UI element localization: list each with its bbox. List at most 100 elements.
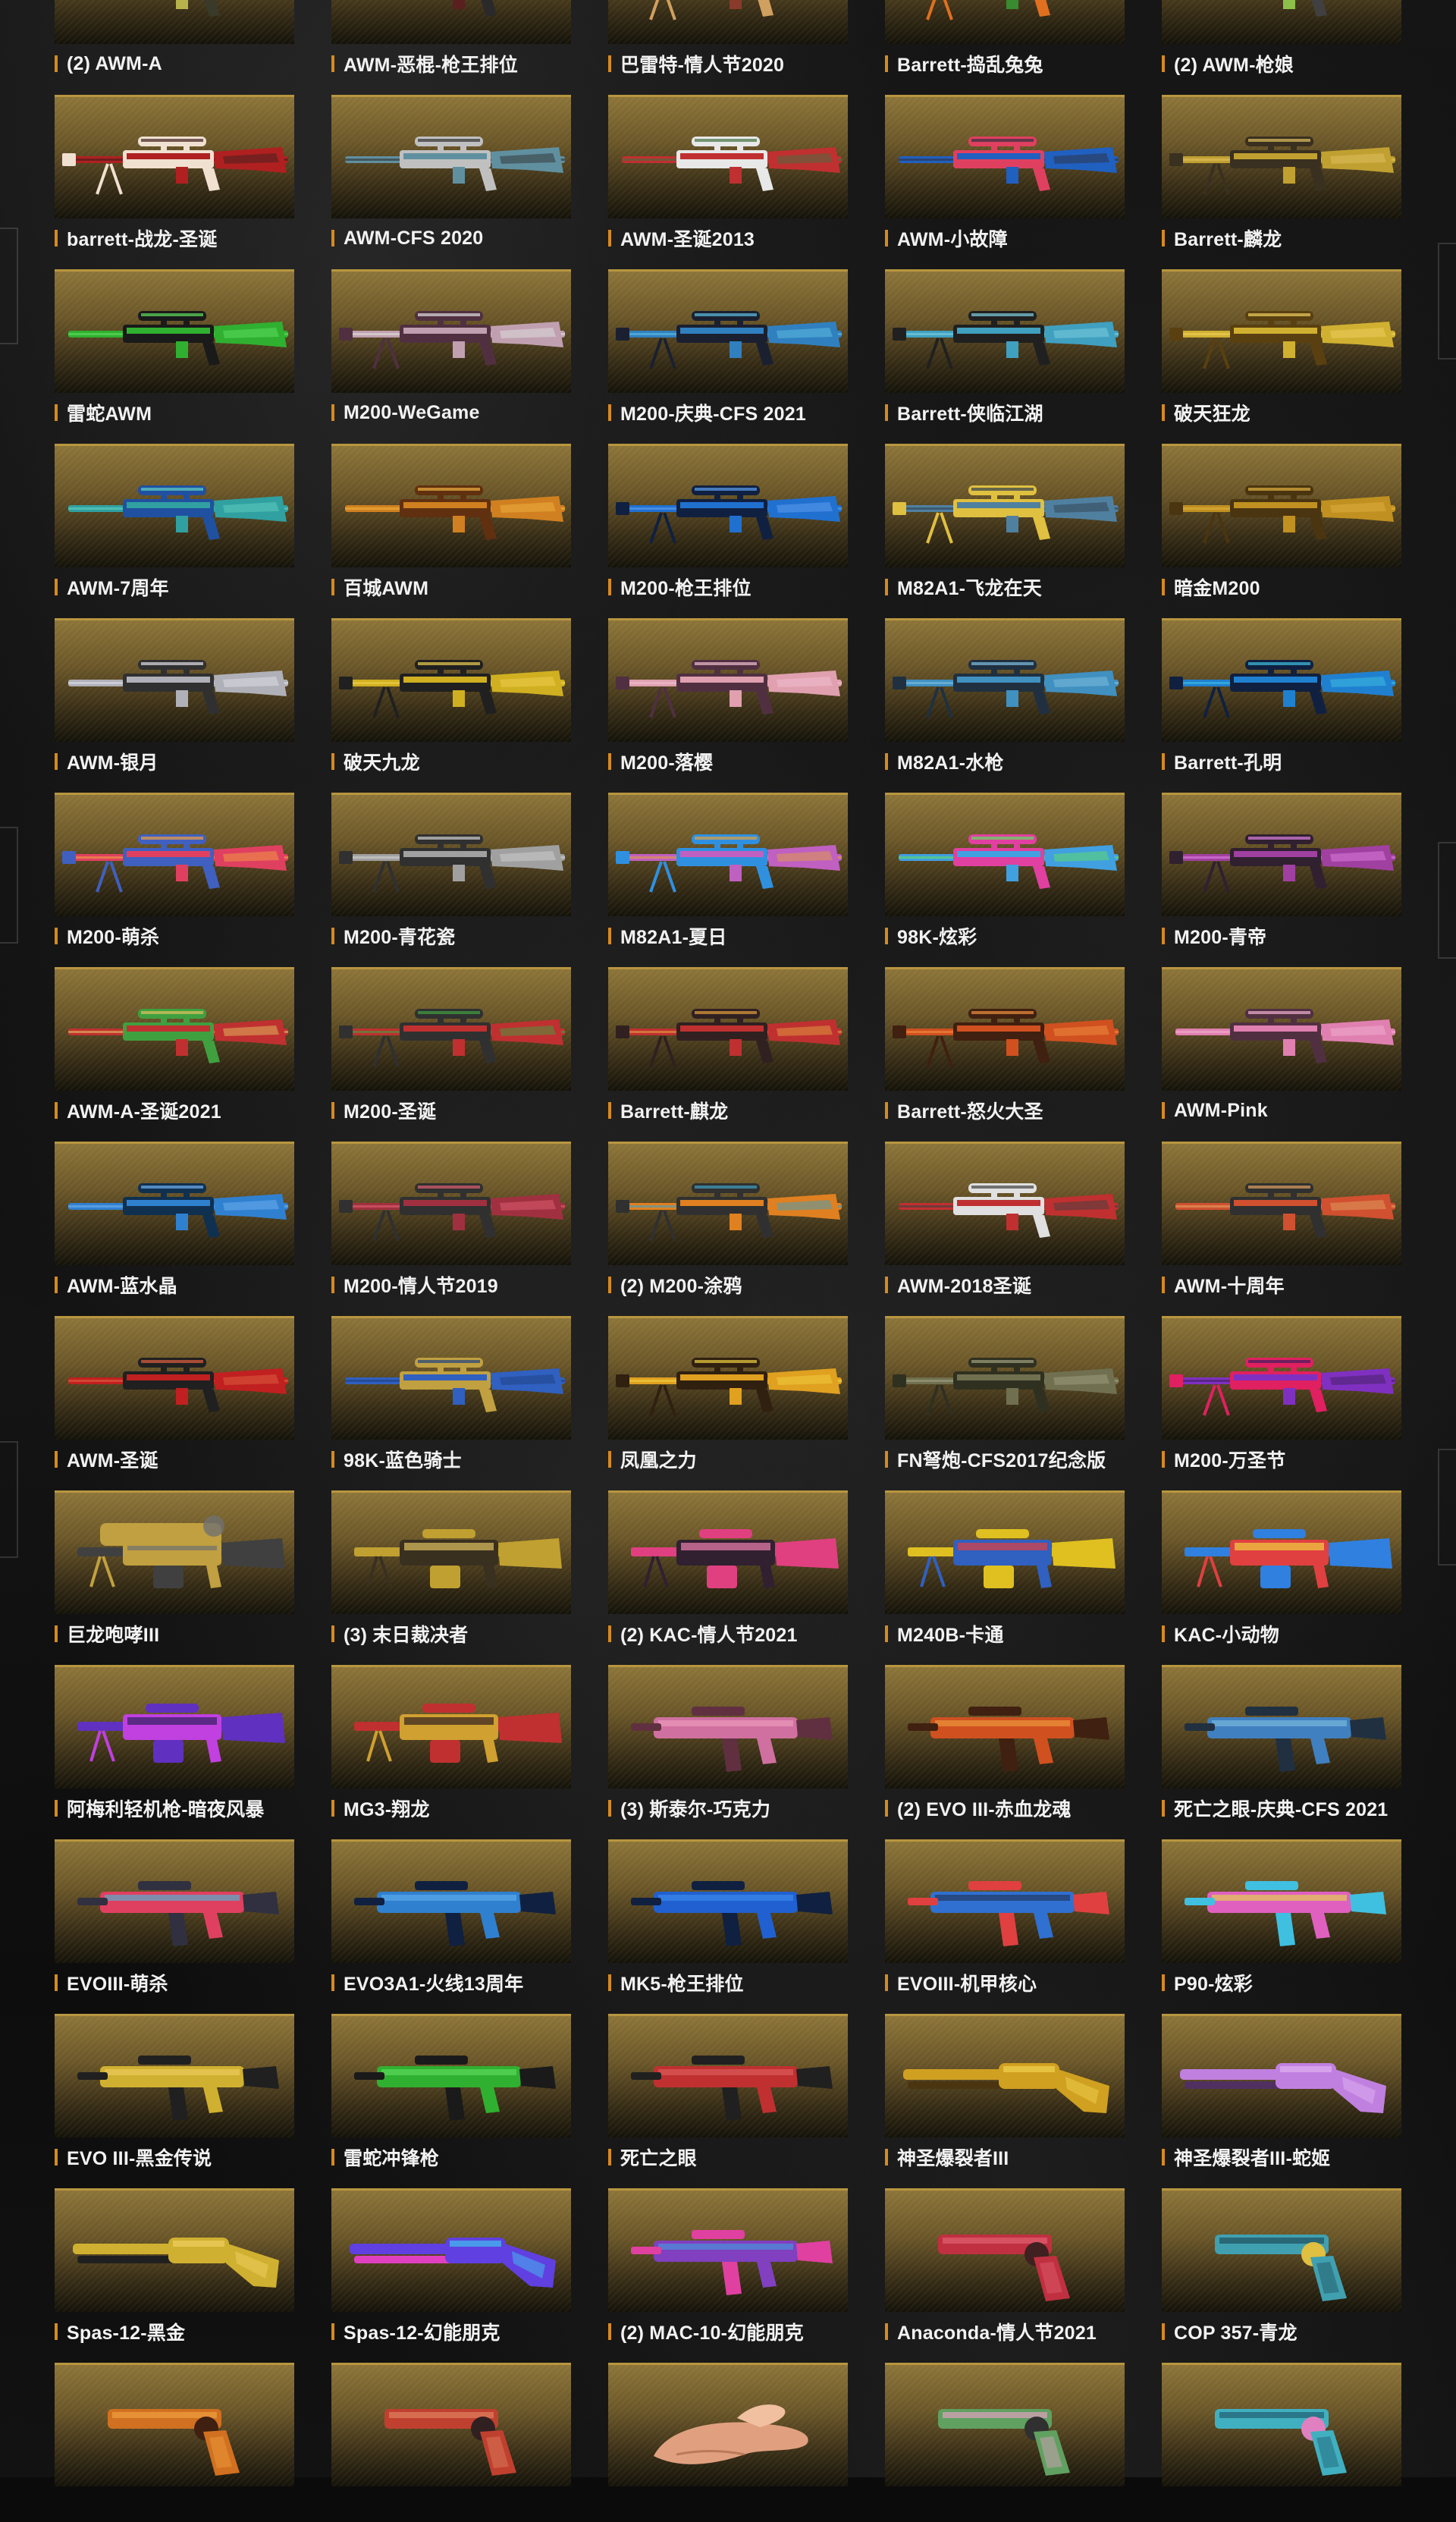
weapon-card[interactable]: Barrett-麟龙: [1162, 95, 1401, 254]
weapon-thumbnail: [1162, 444, 1401, 567]
weapon-card[interactable]: M200-落樱: [608, 618, 848, 777]
weapon-card[interactable]: 巴雷特-情人节2020: [608, 0, 848, 80]
weapon-card[interactable]: barrett-战龙-圣诞: [55, 95, 294, 254]
weapon-card[interactable]: KAC-小动物: [1162, 1490, 1401, 1650]
weapon-card[interactable]: 百城AWM: [331, 444, 571, 603]
weapon-card[interactable]: 雷蛇冲锋枪: [331, 2014, 571, 2173]
weapon-thumbnail: [331, 618, 571, 742]
weapon-thumbnail: [608, 793, 848, 916]
caption-marker: [885, 2323, 888, 2340]
weapon-card[interactable]: MK5-枪王排位: [608, 1839, 848, 1999]
weapon-thumbnail: [55, 1665, 294, 1789]
weapon-card[interactable]: MG3-翔龙: [331, 1665, 571, 1824]
weapon-card[interactable]: [1162, 2363, 1401, 2522]
weapon-card[interactable]: AWM-7周年: [55, 444, 294, 603]
weapon-card[interactable]: 破天狂龙: [1162, 269, 1401, 429]
weapon-name: AWM-CFS 2020: [344, 227, 484, 249]
weapon-card[interactable]: 98K-炫彩: [885, 793, 1125, 952]
weapon-card[interactable]: [331, 2363, 571, 2522]
weapon-card[interactable]: 98K-蓝色骑士: [331, 1316, 571, 1475]
weapon-card[interactable]: AWM-蓝水晶: [55, 1142, 294, 1301]
weapon-card[interactable]: 凤凰之力: [608, 1316, 848, 1475]
weapon-image: [1169, 485, 1395, 544]
weapon-card[interactable]: AWM-A-圣诞2021: [55, 967, 294, 1126]
weapon-card[interactable]: [885, 2363, 1125, 2522]
weapon-card[interactable]: Barrett-侠临江湖: [885, 269, 1125, 429]
weapon-card[interactable]: AWM-小故障: [885, 95, 1125, 254]
weapon-card[interactable]: AWM-银月: [55, 618, 294, 777]
weapon-card[interactable]: (2) M200-涂鸦: [608, 1142, 848, 1301]
weapon-name: 死亡之眼-庆典-CFS 2021: [1174, 1799, 1389, 1820]
weapon-card[interactable]: M240B-卡通: [885, 1490, 1125, 1650]
weapon-card[interactable]: 破天九龙: [331, 618, 571, 777]
weapon-card[interactable]: COP 357-青龙: [1162, 2188, 1401, 2348]
weapon-card[interactable]: M200-WeGame: [331, 269, 571, 429]
weapon-card[interactable]: Barrett-孔明: [1162, 618, 1401, 777]
weapon-card[interactable]: AWM-CFS 2020: [331, 95, 571, 254]
weapon-card[interactable]: 巨龙咆哮III: [55, 1490, 294, 1650]
weapon-card[interactable]: 死亡之眼: [608, 2014, 848, 2173]
weapon-image: [345, 137, 565, 191]
weapon-card[interactable]: (2) AWM-枪娘: [1162, 0, 1401, 80]
weapon-card[interactable]: AWM-Pink: [1162, 967, 1401, 1126]
weapon-thumbnail: [885, 618, 1125, 742]
weapon-card[interactable]: EVO3A1-火线13周年: [331, 1839, 571, 1999]
weapon-name: M200-圣诞: [344, 1101, 437, 1123]
weapon-card[interactable]: 神圣爆裂者III-蛇姬: [1162, 2014, 1401, 2173]
weapon-card[interactable]: EVOIII-萌杀: [55, 1839, 294, 1999]
weapon-image: [77, 1881, 279, 1946]
weapon-card[interactable]: 暗金M200: [1162, 444, 1401, 603]
weapon-card[interactable]: [608, 2363, 848, 2522]
weapon-thumbnail: [331, 1490, 571, 1614]
weapon-card[interactable]: (2) EVO III-赤血龙魂: [885, 1665, 1125, 1824]
weapon-card[interactable]: AWM-2018圣诞: [885, 1142, 1125, 1301]
weapon-image: [68, 311, 288, 366]
weapon-caption: COP 357-青龙: [1162, 2320, 1404, 2344]
weapon-card[interactable]: M82A1-飞龙在天: [885, 444, 1125, 603]
weapon-card[interactable]: Spas-12-黑金: [55, 2188, 294, 2348]
weapon-name: AWM-圣诞: [67, 1450, 158, 1471]
weapon-card[interactable]: 阿梅利轻机枪-暗夜风暴: [55, 1665, 294, 1824]
weapon-card[interactable]: M200-萌杀: [55, 793, 294, 952]
weapon-card[interactable]: M82A1-夏日: [608, 793, 848, 952]
weapon-thumbnail: [608, 2014, 848, 2137]
weapon-card[interactable]: M82A1-水枪: [885, 618, 1125, 777]
weapon-image: [68, 660, 288, 715]
weapon-card[interactable]: M200-情人节2019: [331, 1142, 571, 1301]
weapon-card[interactable]: (2) AWM-A: [55, 0, 294, 80]
caption-marker: [608, 1102, 611, 1119]
weapon-card[interactable]: M200-庆典-CFS 2021: [608, 269, 848, 429]
weapon-card[interactable]: AWM-圣诞: [55, 1316, 294, 1475]
weapon-card[interactable]: 死亡之眼-庆典-CFS 2021: [1162, 1665, 1401, 1824]
weapon-card[interactable]: (2) KAC-情人节2021: [608, 1490, 848, 1650]
weapon-card[interactable]: Barrett-麒龙: [608, 967, 848, 1126]
weapon-card[interactable]: M200-圣诞: [331, 967, 571, 1126]
weapon-card[interactable]: M200-青帝: [1162, 793, 1401, 952]
weapon-image: [1215, 2235, 1347, 2301]
weapon-card[interactable]: P90-炫彩: [1162, 1839, 1401, 1999]
weapon-card[interactable]: AWM-恶棍-枪王排位: [331, 0, 571, 80]
weapon-card[interactable]: 神圣爆裂者III: [885, 2014, 1125, 2173]
weapon-card[interactable]: (3) 斯泰尔-巧克力: [608, 1665, 848, 1824]
caption-marker: [608, 1625, 611, 1642]
weapon-card[interactable]: M200-青花瓷: [331, 793, 571, 952]
weapon-card[interactable]: FN弩炮-CFS2017纪念版: [885, 1316, 1125, 1475]
weapon-card[interactable]: Anaconda-情人节2021: [885, 2188, 1125, 2348]
weapon-card[interactable]: M200-枪王排位: [608, 444, 848, 603]
weapon-card[interactable]: EVO III-黑金传说: [55, 2014, 294, 2173]
weapon-card[interactable]: Barrett-捣乱兔兔: [885, 0, 1125, 80]
weapon-card[interactable]: (3) 末日裁决者: [331, 1490, 571, 1650]
weapon-card[interactable]: AWM-圣诞2013: [608, 95, 848, 254]
weapon-card[interactable]: (2) MAC-10-幻能朋克: [608, 2188, 848, 2348]
weapon-card[interactable]: 雷蛇AWM: [55, 269, 294, 429]
weapon-caption: Barrett-怒火大圣: [885, 1099, 1128, 1123]
weapon-card[interactable]: EVOIII-机甲核心: [885, 1839, 1125, 1999]
caption-marker: [885, 55, 888, 72]
weapon-card[interactable]: AWM-十周年: [1162, 1142, 1401, 1301]
weapon-caption: (2) MAC-10-幻能朋克: [608, 2320, 851, 2344]
weapon-card[interactable]: Barrett-怒火大圣: [885, 967, 1125, 1126]
weapon-card[interactable]: [55, 2363, 294, 2522]
weapon-image: [893, 311, 1119, 369]
weapon-card[interactable]: M200-万圣节: [1162, 1316, 1401, 1475]
weapon-card[interactable]: Spas-12-幻能朋克: [331, 2188, 571, 2348]
